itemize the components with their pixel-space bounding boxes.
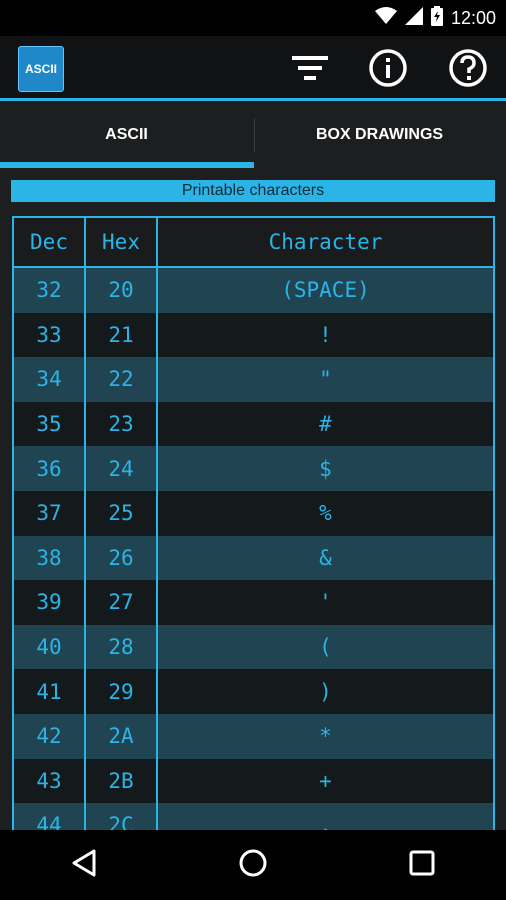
table-row[interactable]: 42 2A * [14,713,493,759]
back-button[interactable] [54,835,114,895]
cell-hex: 22 [86,357,158,402]
filter-button[interactable] [288,48,332,92]
cell-dec: 42 [14,713,86,759]
wifi-icon [374,7,397,30]
cell-dec: 39 [14,580,86,625]
tab-box-drawings-label: BOX DRAWINGS [315,125,444,143]
table-row[interactable]: 34 22 " [14,357,493,402]
content-area[interactable]: Printable characters Dec Hex Character 3… [0,168,506,830]
cell-hex: 2A [86,713,158,759]
table-row[interactable]: 41 29 ) [14,669,493,714]
column-header-dec: Dec [14,218,86,266]
status-time: 12:00 [450,8,496,28]
table-body: 32 20 (SPACE) 33 21 ! 34 22 " 35 23 # 36 [14,268,493,830]
cell-hex: 23 [86,401,158,447]
cell-hex: 28 [86,624,158,670]
cell-char: " [319,367,332,392]
cell-dec: 43 [14,758,86,804]
cell-char: + [319,768,332,793]
table-row[interactable]: 37 25 % [14,490,493,536]
cell-char: # [319,412,332,437]
cell-dec: 40 [14,624,86,670]
cell-signal-icon [404,7,423,30]
table-row[interactable]: 40 28 ( [14,624,493,670]
table-row[interactable]: 32 20 (SPACE) [14,268,493,313]
info-button[interactable] [366,48,410,92]
cell-char: $ [319,456,332,481]
home-icon [238,848,268,883]
column-header-character: Character [268,230,383,254]
section-header: Printable characters [11,180,495,202]
cell-dec: 41 [14,669,86,714]
column-header-hex: Hex [86,218,158,266]
app-bar: ASCII [0,36,506,100]
help-button[interactable] [446,48,490,92]
table-row[interactable]: 43 2B + [14,758,493,804]
cell-hex: 2C [86,803,158,830]
tab-ascii-label: ASCII [105,125,148,143]
back-icon [71,849,97,882]
cell-char: * [319,724,332,749]
cell-char: (SPACE) [281,278,370,303]
tab-divider [254,118,255,152]
help-icon [448,48,488,93]
cell-hex: 25 [86,490,158,536]
cell-dec: 36 [14,446,86,491]
cell-dec: 33 [14,312,86,358]
cell-char: % [319,501,332,526]
cell-char: ) [319,679,332,704]
recents-button[interactable] [392,835,452,895]
cell-char: ' [319,590,332,615]
table-header: Dec Hex Character [14,218,493,268]
status-icons: 12:00 [374,6,496,31]
cell-dec: 32 [14,268,86,313]
table-row[interactable]: 44 2C , [14,803,493,830]
cell-dec: 37 [14,490,86,536]
status-bar: 12:00 [0,0,506,36]
cell-char: , [319,813,332,830]
table-row[interactable]: 35 23 # [14,401,493,447]
cell-hex: 24 [86,446,158,491]
navigation-bar [0,830,506,900]
app-logo: ASCII [18,46,64,92]
home-button[interactable] [223,835,283,895]
tab-bar: ASCII BOX DRAWINGS [0,101,506,168]
cell-char: ( [319,635,332,660]
ascii-table: Dec Hex Character 32 20 (SPACE) 33 21 ! … [12,216,495,830]
cell-dec: 35 [14,401,86,447]
cell-hex: 21 [86,312,158,358]
tab-ascii[interactable]: ASCII [0,101,253,168]
cell-hex: 27 [86,580,158,625]
table-row[interactable]: 38 26 & [14,535,493,581]
cell-dec: 44 [14,803,86,830]
cell-char: ! [319,322,332,347]
table-row[interactable]: 39 27 ' [14,580,493,625]
cell-hex: 29 [86,669,158,714]
cell-hex: 2B [86,758,158,804]
battery-charging-icon [430,6,443,31]
recents-icon [409,850,435,881]
cell-char: & [319,545,332,570]
cell-hex: 26 [86,535,158,581]
cell-dec: 38 [14,535,86,581]
cell-dec: 34 [14,357,86,402]
table-row[interactable]: 36 24 $ [14,446,493,491]
tab-box-drawings[interactable]: BOX DRAWINGS [253,101,506,168]
table-row[interactable]: 33 21 ! [14,312,493,358]
filter-icon [292,55,328,86]
info-icon [368,48,408,93]
cell-hex: 20 [86,268,158,313]
